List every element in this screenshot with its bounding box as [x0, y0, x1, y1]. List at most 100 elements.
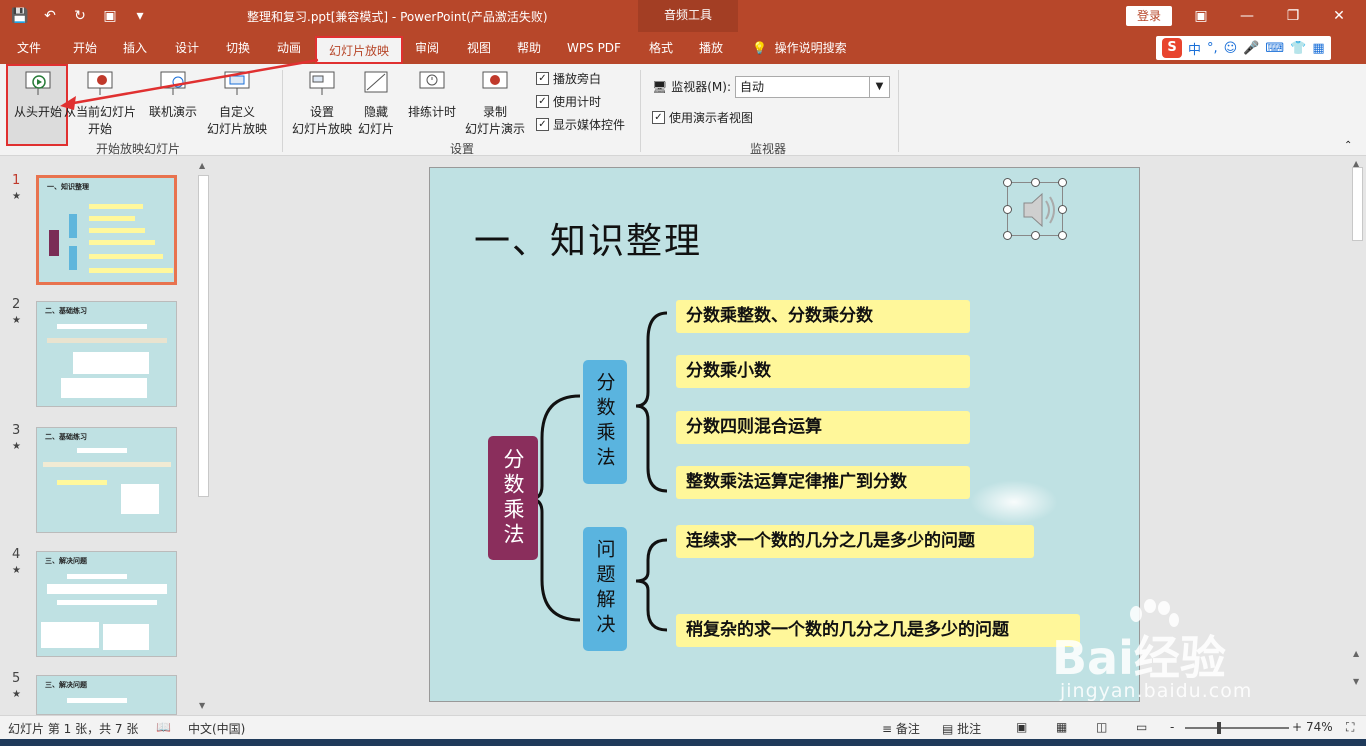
emoji-icon[interactable]: ☺ — [1224, 41, 1238, 56]
fit-to-window-icon[interactable]: ⛶ — [1346, 720, 1354, 735]
online-present-button[interactable]: 联机演示 — [144, 68, 202, 120]
leaf-node[interactable]: 稍复杂的求一个数的几分之几是多少的问题 — [676, 614, 1080, 647]
tab-format[interactable]: 格式 — [638, 32, 684, 64]
branch-node[interactable]: 问题解决 — [583, 527, 627, 651]
checkbox-check-icon: ✓ — [652, 111, 665, 124]
thumbnail-slide-4[interactable]: 三、解决问题 — [36, 551, 177, 657]
tab-view[interactable]: 视图 — [456, 32, 502, 64]
collapse-ribbon-icon[interactable]: ⌃ — [1344, 140, 1352, 151]
comments-icon: ▤ — [942, 722, 954, 736]
skin-icon[interactable]: 👕 — [1290, 41, 1306, 56]
custom-slideshow-button[interactable]: 自定义 幻灯片放映 — [200, 68, 274, 137]
comments-button[interactable]: ▤ 批注 — [942, 720, 981, 737]
start-group-label: 开始放映幻灯片 — [96, 142, 181, 156]
language-indicator[interactable]: 中文(中国) — [188, 720, 245, 737]
show-media-controls-checkbox[interactable]: ✓ 显示媒体控件 — [536, 116, 625, 133]
thumb-bar — [121, 484, 159, 514]
play-narrations-checkbox[interactable]: ✓ 播放旁白 — [536, 70, 601, 87]
tab-insert[interactable]: 插入 — [112, 32, 158, 64]
rehearse-timings-button[interactable]: 排练计时 — [404, 68, 460, 120]
ime-lang[interactable]: 中 — [1188, 39, 1201, 58]
thumb-bar — [43, 462, 171, 467]
tab-home[interactable]: 开始 — [60, 32, 110, 64]
zoom-slider-thumb[interactable] — [1217, 722, 1221, 734]
audio-tools-context-tab: 音频工具 — [638, 0, 738, 32]
ribbon-display-icon[interactable]: ▣ — [1178, 0, 1224, 32]
leaf-node[interactable]: 分数乘小数 — [676, 355, 970, 388]
leaf-node[interactable]: 分数四则混合运算 — [676, 411, 970, 444]
record-slideshow-button[interactable]: 录制 幻灯片演示 — [458, 68, 532, 137]
zoom-out-button[interactable]: - — [1170, 720, 1174, 734]
setup-slideshow-button[interactable]: 设置 幻灯片放映 — [290, 68, 354, 137]
tab-help[interactable]: 帮助 — [506, 32, 552, 64]
root-node[interactable]: 分数乘法 — [488, 436, 538, 560]
mic-icon[interactable]: 🎤 — [1243, 41, 1259, 56]
thumbnail-slide-2[interactable]: 二、基础练习 — [36, 301, 177, 407]
slide-sorter-icon[interactable]: ▦ — [1056, 720, 1067, 734]
slideshow-view-icon[interactable]: ▭ — [1136, 720, 1147, 734]
tab-playback[interactable]: 播放 — [688, 32, 734, 64]
branch-node[interactable]: 分数乘法 — [583, 360, 627, 484]
ribbon-separator — [898, 70, 899, 152]
tab-transitions[interactable]: 切换 — [215, 32, 261, 64]
zoom-level[interactable]: 74% — [1306, 720, 1333, 734]
toolbox-icon[interactable]: ▦ — [1312, 41, 1324, 56]
tab-wps-pdf[interactable]: WPS PDF — [560, 32, 628, 64]
restore-icon[interactable]: ❐ — [1270, 0, 1316, 32]
undo-icon[interactable]: ↶ — [38, 4, 62, 28]
thumbnail-slide-3[interactable]: 二、基础练习 — [36, 427, 177, 533]
presenter-view-checkbox[interactable]: ✓ 使用演示者视图 — [652, 109, 753, 126]
animation-star-icon: ★ — [12, 315, 21, 326]
use-timings-checkbox[interactable]: ✓ 使用计时 — [536, 93, 601, 110]
from-current-button[interactable]: 从当前幻灯片 开始 — [64, 68, 136, 137]
leaf-node[interactable]: 连续求一个数的几分之几是多少的问题 — [676, 525, 1034, 558]
monitor-icon: 🖥 — [652, 79, 668, 94]
punct-icon[interactable]: °, — [1207, 41, 1218, 56]
customize-qat-icon[interactable]: ▾ — [128, 4, 152, 28]
animation-star-icon: ★ — [12, 441, 21, 452]
spellcheck-icon[interactable]: 📖 — [156, 720, 171, 734]
ribbon-separator — [282, 70, 283, 152]
sogou-logo-icon[interactable]: S — [1162, 38, 1182, 58]
save-icon[interactable]: 💾 — [8, 4, 32, 28]
from-current-label-2: 开始 — [87, 122, 112, 136]
lightbulb-icon: 💡 — [752, 41, 767, 55]
tab-review[interactable]: 审阅 — [404, 32, 450, 64]
minimize-icon[interactable]: — — [1224, 0, 1270, 32]
reading-view-icon[interactable]: ◫ — [1096, 720, 1107, 734]
thumbnails-scrollbar[interactable]: ▲ ▼ — [196, 157, 212, 715]
tab-animations[interactable]: 动画 — [266, 32, 312, 64]
from-start-button[interactable]: 从头开始 — [8, 68, 68, 120]
tell-me-search[interactable]: 💡 操作说明搜索 — [752, 32, 847, 64]
login-button[interactable]: 登录 — [1126, 6, 1172, 26]
play-from-current-icon — [87, 71, 113, 95]
tab-file[interactable]: 文件 — [6, 32, 52, 64]
zoom-slider[interactable] — [1185, 722, 1289, 734]
baidu-jingyan-watermark: Bai经验 jingyan.baidu.com — [1040, 598, 1360, 708]
notes-button[interactable]: ≡ 备注 — [882, 720, 920, 737]
thumbnail-slide-1[interactable]: 一、知识整理 — [36, 175, 177, 285]
scrollbar-handle[interactable] — [1352, 167, 1363, 241]
tab-slideshow[interactable]: 幻灯片放映 — [315, 36, 403, 64]
tab-design[interactable]: 设计 — [164, 32, 210, 64]
redo-icon[interactable]: ↻ — [68, 4, 92, 28]
scrollbar-handle[interactable] — [198, 175, 209, 497]
setup-slideshow-label-1: 设置 — [309, 105, 334, 119]
scroll-down-icon[interactable]: ▼ — [199, 701, 205, 710]
leaf-node[interactable]: 分数乘整数、分数乘分数 — [676, 300, 970, 333]
current-slide[interactable]: 一、知识整理 分数乘法 分数乘法 问题解决 分数乘整数、分数乘分数 分数乘小数 … — [429, 167, 1140, 702]
hide-slide-button[interactable]: 隐藏 幻灯片 — [354, 68, 398, 137]
scroll-up-icon[interactable]: ▲ — [199, 161, 205, 170]
zoom-in-button[interactable]: + — [1292, 720, 1302, 734]
checkbox-check-icon: ✓ — [536, 72, 549, 85]
keyboard-icon[interactable]: ⌨ — [1265, 41, 1284, 56]
leaf-node[interactable]: 整数乘法运算定律推广到分数 — [676, 466, 970, 499]
close-icon[interactable]: ✕ — [1316, 0, 1362, 32]
monitor-select[interactable]: 自动 ▼ — [735, 76, 890, 98]
thumb-block — [69, 214, 77, 238]
thumbnail-slide-5[interactable]: 三、解决问题 — [36, 675, 177, 715]
normal-view-icon[interactable]: ▣ — [1016, 720, 1027, 734]
os-taskbar — [0, 739, 1366, 746]
status-bar: 幻灯片 第 1 张，共 7 张 📖 中文(中国) ≡ 备注 ▤ 批注 ▣ ▦ ◫… — [0, 715, 1366, 739]
present-icon[interactable]: ▣ — [98, 4, 122, 28]
